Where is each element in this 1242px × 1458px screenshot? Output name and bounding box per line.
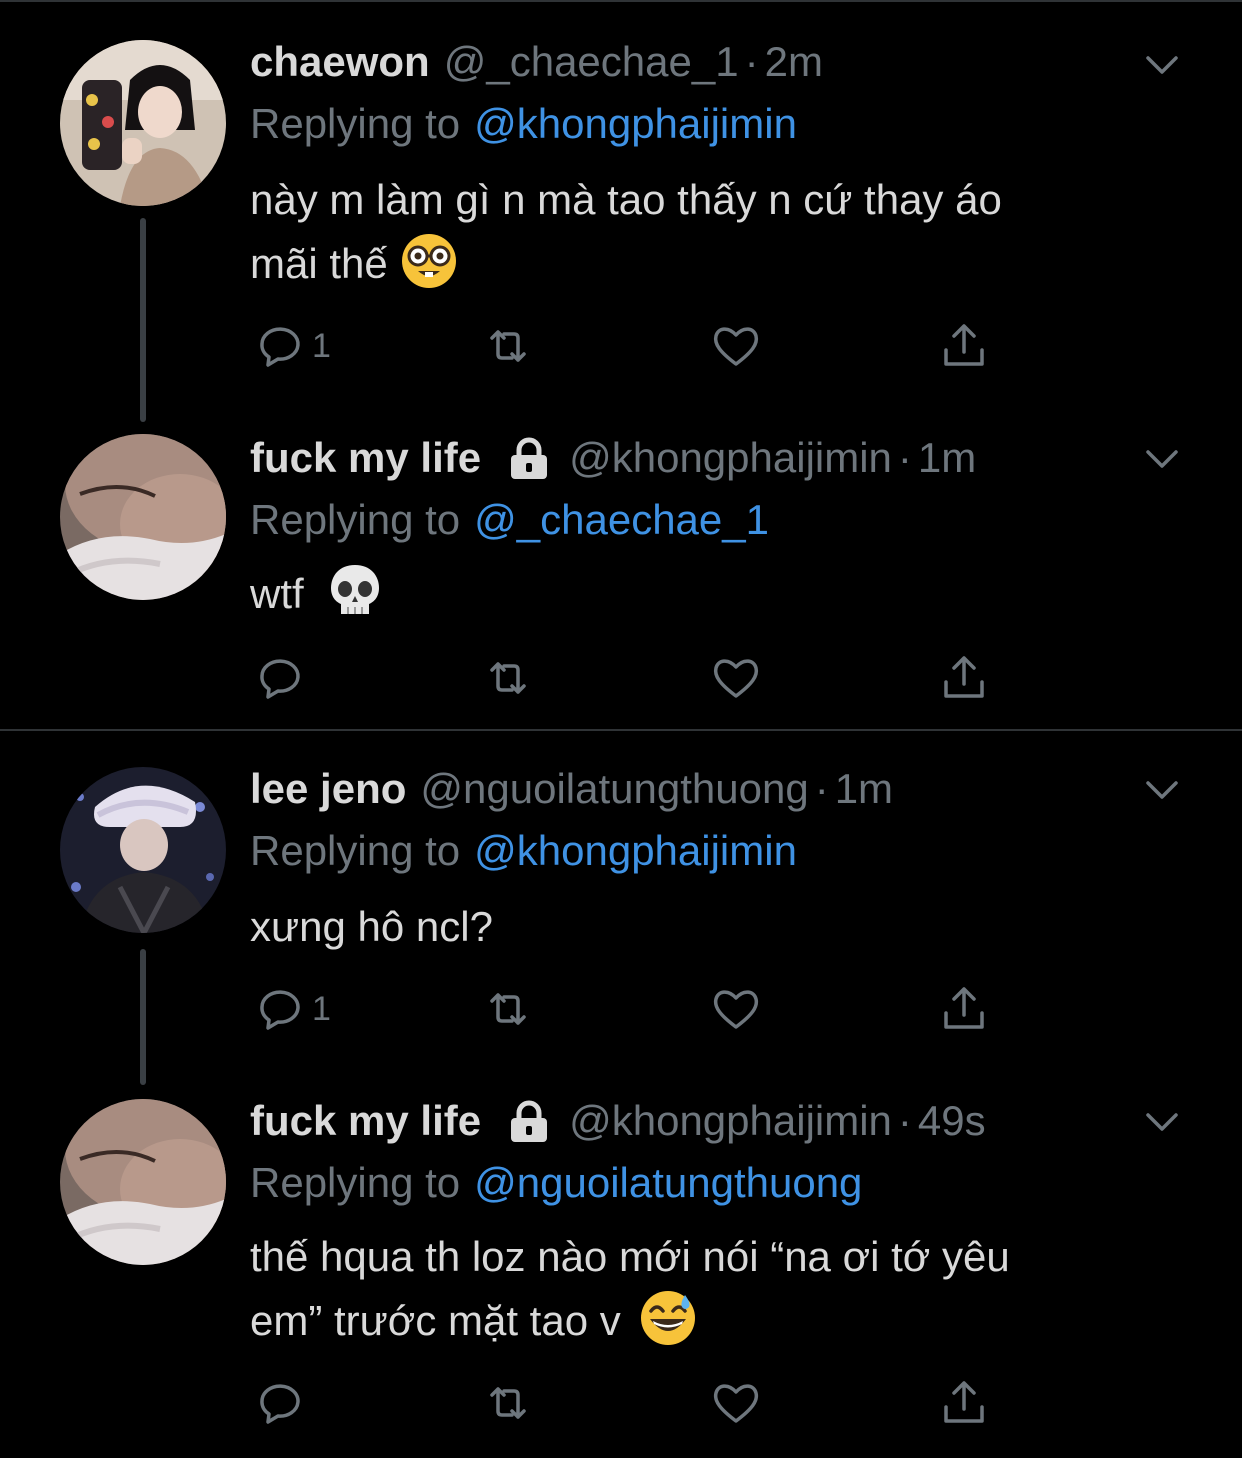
replying-to-label: Replying to	[250, 496, 461, 543]
handle[interactable]: @khongphaijimin	[569, 434, 892, 482]
replying-to: Replying to @nguoilatungthuong	[250, 1153, 862, 1213]
reply-count: 1	[312, 326, 331, 365]
grinning-sweat-emoji	[640, 1291, 695, 1345]
tweet-text: xưng hô ncl?	[250, 895, 1150, 959]
retweet-button[interactable]	[482, 650, 534, 706]
timestamp[interactable]: 1m	[835, 765, 893, 813]
heart-icon	[713, 1384, 759, 1423]
retweet-icon	[490, 993, 526, 1025]
tweet-text: này m làm gì n mà tao thấy n cứ thay áo …	[250, 168, 1150, 296]
reply-icon	[260, 327, 300, 367]
reply-icon	[260, 1384, 300, 1424]
tweet-text: wtf	[250, 562, 1150, 626]
reply-icon	[260, 659, 300, 699]
chevron-down-icon[interactable]	[1142, 444, 1182, 472]
tweet-text: thế hqua th loz nào mới nói “na ơi tớ yê…	[250, 1225, 1150, 1353]
display-name[interactable]: chaewon	[250, 38, 430, 86]
separator: ·	[897, 434, 912, 481]
thread-connector	[140, 218, 146, 422]
tweet-header: fuck my life @khongphaijimin · 1m	[250, 426, 976, 490]
tweet-header: lee jeno @nguoilatungthuong · 1m	[250, 757, 893, 821]
replying-to: Replying to @khongphaijimin	[250, 821, 797, 881]
like-button[interactable]	[710, 318, 762, 374]
tweet-text-line: thế hqua th loz nào mới nói “na ơi tớ yê…	[250, 1233, 1010, 1280]
replying-to-label: Replying to	[250, 100, 461, 147]
tweet-actions: 1	[250, 318, 1010, 374]
handle[interactable]: @nguoilatungthuong	[420, 765, 808, 813]
avatar[interactable]	[60, 1099, 226, 1265]
thread-connector	[140, 949, 146, 1085]
replying-to: Replying to @khongphaijimin	[250, 94, 797, 154]
share-button[interactable]	[938, 650, 990, 706]
share-icon	[944, 1381, 984, 1423]
replying-to-link[interactable]: @khongphaijimin	[474, 827, 797, 875]
retweet-icon	[490, 330, 526, 362]
reply-button[interactable]: 1	[254, 981, 331, 1037]
tweet-actions: 1	[250, 981, 1010, 1037]
tweet-text-line: mãi thế	[250, 232, 1150, 296]
separator: ·	[814, 765, 829, 812]
chevron-down-icon[interactable]	[1142, 775, 1182, 803]
retweet-icon	[490, 662, 526, 694]
separator: ·	[897, 1097, 912, 1144]
replying-to-link[interactable]: @_chaechae_1	[474, 496, 769, 544]
lock-icon	[511, 1100, 548, 1142]
display-name[interactable]: lee jeno	[250, 765, 406, 813]
retweet-button[interactable]	[482, 1375, 534, 1431]
reply-button[interactable]	[254, 650, 312, 706]
share-icon	[944, 656, 984, 698]
display-name[interactable]: fuck my life	[250, 434, 481, 482]
tweet-text-line: em” trước mặt tao v	[250, 1289, 1150, 1353]
top-divider	[0, 0, 1242, 2]
tweet-text-line: wtf	[250, 562, 1150, 626]
avatar[interactable]	[60, 767, 226, 933]
handle[interactable]: @_chaechae_1	[444, 38, 739, 86]
reply-button[interactable]	[254, 1375, 312, 1431]
timestamp[interactable]: 1m	[918, 434, 976, 482]
timestamp[interactable]: 2m	[765, 38, 823, 86]
chevron-down-icon[interactable]	[1142, 50, 1182, 78]
retweet-icon	[490, 1387, 526, 1419]
heart-icon	[713, 327, 759, 366]
retweet-button[interactable]	[482, 981, 534, 1037]
share-icon	[944, 987, 984, 1029]
tweet-header: fuck my life @khongphaijimin · 49s	[250, 1089, 986, 1153]
skull-emoji	[330, 565, 379, 614]
avatar[interactable]	[60, 434, 226, 600]
like-button[interactable]	[710, 650, 762, 706]
retweet-button[interactable]	[482, 318, 534, 374]
nerd-face-emoji	[401, 234, 456, 288]
tweet-text-line: này m làm gì n mà tao thấy n cứ thay áo	[250, 176, 1002, 223]
thread-divider	[0, 729, 1242, 731]
replying-to: Replying to @_chaechae_1	[250, 490, 769, 550]
like-button[interactable]	[710, 1375, 762, 1431]
replying-to-link[interactable]: @nguoilatungthuong	[474, 1159, 862, 1207]
tweet-text-line: xưng hô ncl?	[250, 903, 493, 950]
share-icon	[944, 324, 984, 366]
reply-count: 1	[312, 989, 331, 1028]
chevron-down-icon[interactable]	[1142, 1107, 1182, 1135]
display-name[interactable]: fuck my life	[250, 1097, 481, 1145]
handle[interactable]: @khongphaijimin	[569, 1097, 892, 1145]
reply-button[interactable]: 1	[254, 318, 331, 374]
tweet-actions	[250, 650, 1010, 706]
like-button[interactable]	[710, 981, 762, 1037]
share-button[interactable]	[938, 318, 990, 374]
replying-to-link[interactable]: @khongphaijimin	[474, 100, 797, 148]
heart-icon	[713, 990, 759, 1029]
avatar[interactable]	[60, 40, 226, 206]
replying-to-label: Replying to	[250, 827, 461, 874]
separator: ·	[744, 38, 759, 85]
timestamp[interactable]: 49s	[918, 1097, 986, 1145]
share-button[interactable]	[938, 1375, 990, 1431]
replying-to-label: Replying to	[250, 1159, 461, 1206]
share-button[interactable]	[938, 981, 990, 1037]
tweet-header: chaewon @_chaechae_1 · 2m	[250, 30, 823, 94]
tweet-actions	[250, 1375, 1010, 1431]
lock-icon	[511, 437, 548, 479]
reply-icon	[260, 990, 300, 1030]
heart-icon	[713, 659, 759, 698]
